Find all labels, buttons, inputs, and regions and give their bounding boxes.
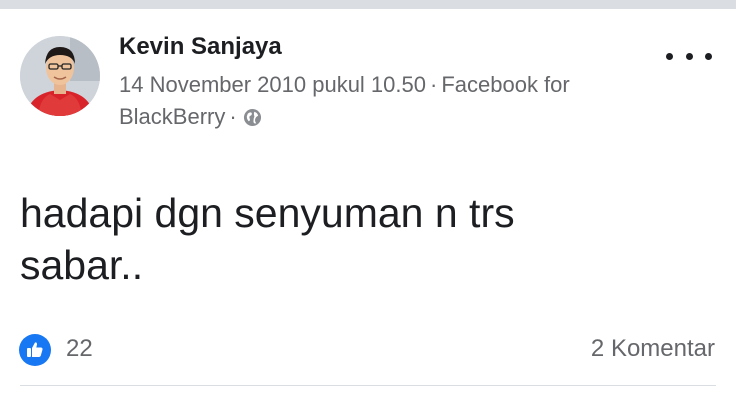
- post-text-line: hadapi dgn senyuman n trs: [20, 190, 515, 236]
- like-icon[interactable]: [19, 334, 51, 366]
- author-name[interactable]: Kevin Sanjaya: [119, 33, 282, 61]
- post-date[interactable]: 14 November 2010 pukul 10.50: [119, 72, 426, 97]
- post-text-line: sabar..: [20, 242, 144, 288]
- avatar[interactable]: [20, 36, 100, 116]
- meta-separator: ·: [229, 104, 237, 129]
- more-options-button[interactable]: [666, 45, 712, 67]
- post-meta: 14 November 2010 pukul 10.50 · Facebook fo…: [119, 69, 659, 133]
- more-options-icon: [705, 52, 712, 60]
- top-divider-strip: [0, 0, 736, 9]
- more-options-icon: [685, 52, 693, 60]
- like-count[interactable]: 22: [66, 335, 93, 363]
- comments-count-link[interactable]: 2 Komentar: [591, 335, 715, 363]
- more-options-icon: [666, 52, 673, 60]
- meta-separator: ·: [430, 72, 438, 97]
- globe-icon[interactable]: [243, 104, 262, 127]
- post-card: Kevin Sanjaya 14 November 2010 pukul 10.…: [0, 9, 736, 393]
- divider: [20, 385, 716, 386]
- post-text: hadapi dgn senyuman n trs sabar..: [20, 187, 710, 291]
